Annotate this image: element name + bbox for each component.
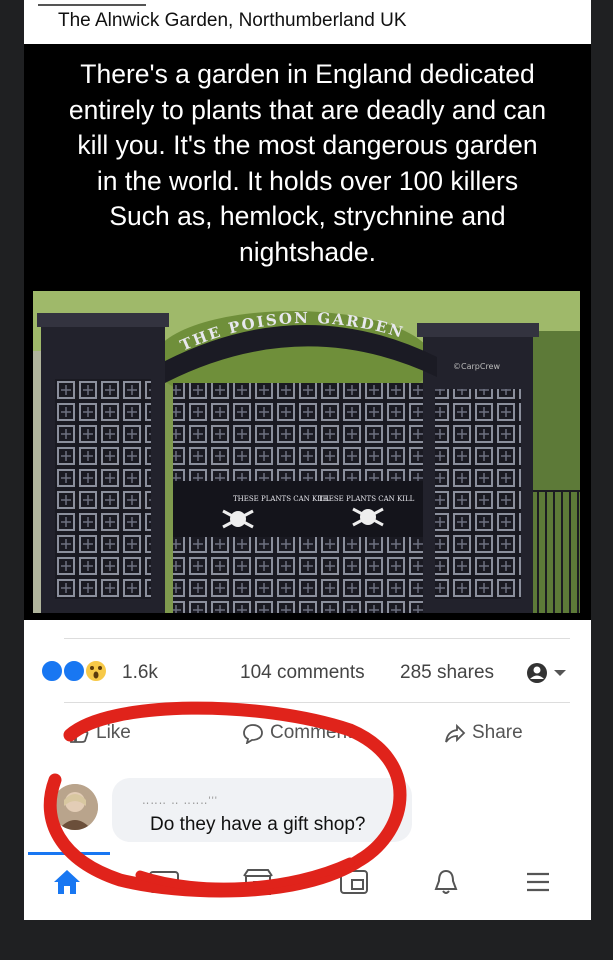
- meme-line: There's a garden in England dedicated: [80, 59, 535, 89]
- comment-label: Comment: [270, 722, 353, 743]
- comments-count[interactable]: 104 comments: [240, 662, 365, 684]
- reaction-icons: [40, 659, 108, 683]
- home-icon: [54, 870, 80, 894]
- nav-groups[interactable]: [338, 868, 370, 901]
- reactions-summary[interactable]: [40, 658, 118, 684]
- meme-line: Such as, hemlock, strychnine and: [109, 201, 506, 231]
- gate-sign-left: THESE PLANTS CAN KILL: [233, 495, 330, 503]
- gate-illustration: THE POISON GARDEN THESE PLANTS CAN KILL …: [33, 291, 580, 613]
- meme-text: There's a garden in England dedicated en…: [24, 57, 591, 270]
- gate-sign-right: THESE PLANTS CAN KILL: [318, 495, 415, 503]
- groups-icon: [340, 870, 368, 894]
- bottom-navigation-bar: [24, 852, 591, 920]
- comment-icon: [243, 724, 263, 744]
- facebook-post-panel: 1.6k 104 comments 285 shares Like Commen…: [24, 620, 591, 920]
- video-icon: [149, 871, 179, 893]
- reaction-count[interactable]: 1.6k: [122, 662, 158, 684]
- shares-count[interactable]: 285 shares: [400, 662, 494, 684]
- active-tab-indicator: [28, 852, 110, 855]
- nav-notifications[interactable]: [432, 868, 460, 901]
- like-reaction-icon: [62, 659, 86, 683]
- commenter-name-blurred[interactable]: ‥‥‥ ‥ ‥‥‥''': [142, 794, 218, 807]
- notifications-icon: [434, 869, 458, 894]
- caption-divider: [38, 4, 146, 6]
- divider: [64, 638, 570, 639]
- nav-video[interactable]: [148, 868, 180, 901]
- audience-selector[interactable]: [526, 662, 570, 689]
- comment-button[interactable]: Comment: [242, 722, 352, 744]
- wow-reaction-icon: [84, 659, 108, 683]
- nav-home[interactable]: [52, 868, 82, 901]
- like-button[interactable]: Like: [68, 722, 131, 744]
- comment-text: Do they have a gift shop?: [150, 814, 366, 835]
- post-caption: The Alnwick Garden, Northumberland UK: [58, 10, 407, 31]
- share-button[interactable]: Share: [444, 722, 523, 744]
- photo-watermark: ©CarpCrew: [453, 362, 500, 371]
- share-arrow-icon: [445, 723, 466, 743]
- share-label: Share: [472, 722, 523, 743]
- chevron-down-icon: [554, 670, 566, 676]
- like-label: Like: [96, 722, 131, 743]
- like-reaction-icon: [40, 659, 64, 683]
- nav-menu[interactable]: [524, 868, 552, 901]
- poison-garden-photo: THE POISON GARDEN THESE PLANTS CAN KILL …: [33, 291, 580, 613]
- comment-item: ‥‥‥ ‥ ‥‥‥''' Do they have a gift shop?: [48, 770, 588, 850]
- divider: [64, 702, 570, 703]
- menu-icon: [527, 872, 549, 892]
- meme-line: entirely to plants that are deadly and c…: [68, 94, 547, 125]
- meme-line: kill you. It's the most dangerous garden: [77, 130, 538, 160]
- comment-bubble[interactable]: ‥‥‥ ‥ ‥‥‥''' Do they have a gift shop?: [112, 778, 412, 842]
- thumbs-up-icon: [70, 724, 89, 743]
- nav-marketplace[interactable]: [242, 868, 274, 901]
- meme-line: in the world. It holds over 100 killers: [96, 165, 519, 196]
- meme-line: nightshade.: [238, 236, 377, 267]
- commenter-avatar[interactable]: [52, 784, 98, 830]
- marketplace-icon: [243, 869, 273, 895]
